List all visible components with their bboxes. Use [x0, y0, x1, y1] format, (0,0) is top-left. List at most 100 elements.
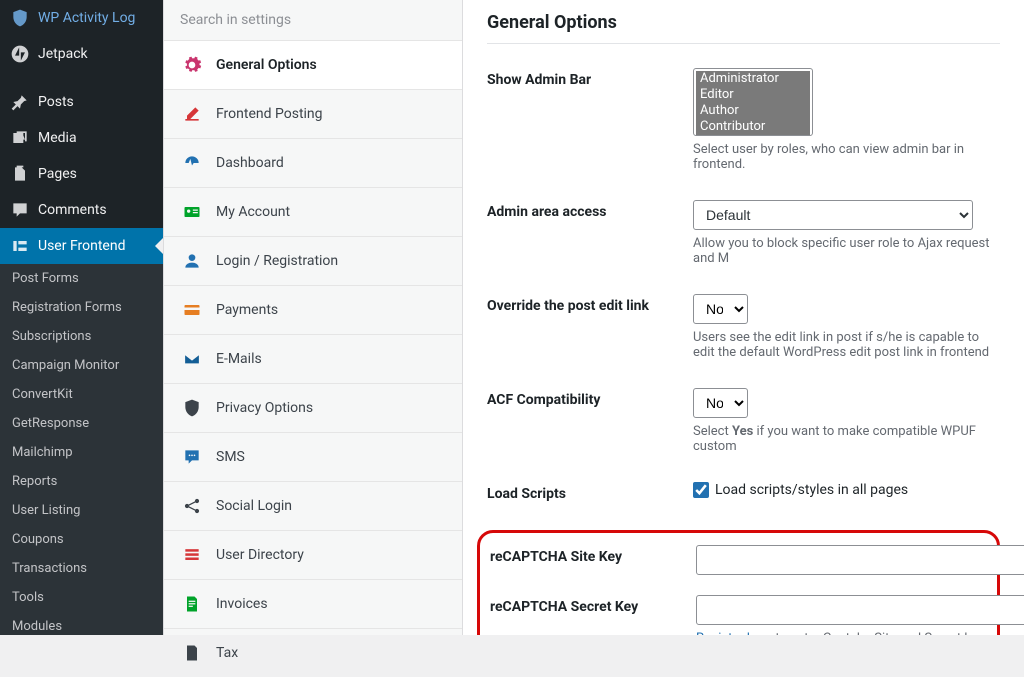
nav-user-directory[interactable]: User Directory	[164, 531, 462, 580]
sidebar-label: Pages	[38, 166, 77, 182]
pages-icon	[10, 164, 30, 184]
nav-general-options[interactable]: General Options	[164, 41, 462, 90]
nav-tax[interactable]: Tax	[164, 629, 462, 677]
sidebar-label: WP Activity Log	[38, 10, 135, 26]
nav-dashboard[interactable]: Dashboard	[164, 139, 462, 188]
sidebar-item-wp-activity-log[interactable]: WP Activity Log	[0, 0, 163, 36]
field-show-admin-bar: Show Admin Bar Administrator Editor Auth…	[487, 68, 1000, 172]
option[interactable]: Author	[696, 103, 810, 119]
sidebar-subitem[interactable]: Reports	[0, 467, 163, 496]
field-desc: Users see the edit link in post if s/he …	[693, 330, 1000, 360]
settings-search[interactable]: Search in settings	[164, 0, 462, 41]
mail-icon	[182, 349, 202, 369]
field-desc: Register here to get reCaptcha Site and …	[696, 631, 1024, 635]
nav-label: Social Login	[216, 498, 292, 514]
list-icon	[182, 545, 202, 565]
field-desc: Select Yes if you want to make compatibl…	[693, 424, 1000, 454]
sidebar-item-jetpack[interactable]: Jetpack	[0, 36, 163, 72]
register-here-link[interactable]: Register here	[696, 631, 772, 635]
invoice-icon	[182, 594, 202, 614]
sidebar-item-user-frontend[interactable]: User Frontend	[0, 228, 163, 264]
nav-invoices[interactable]: Invoices	[164, 580, 462, 629]
gear-icon	[182, 55, 202, 75]
sidebar-subitem[interactable]: Post Forms	[0, 264, 163, 293]
sidebar-subitem[interactable]: Subscriptions	[0, 322, 163, 351]
tax-icon	[182, 643, 202, 663]
option[interactable]: Contributor	[696, 119, 810, 135]
nav-my-account[interactable]: My Account	[164, 188, 462, 237]
nav-label: Privacy Options	[216, 400, 313, 416]
sidebar-subitem[interactable]: Campaign Monitor	[0, 351, 163, 380]
sidebar-subitem[interactable]: ConvertKit	[0, 380, 163, 409]
recaptcha-secret-key-input[interactable]	[696, 595, 1024, 625]
dashboard-icon	[182, 153, 202, 173]
field-recaptcha-site-key: reCAPTCHA Site Key	[490, 545, 987, 575]
sidebar-item-media[interactable]: Media	[0, 120, 163, 156]
shield-icon	[10, 8, 30, 28]
sidebar-label: User Frontend	[38, 238, 125, 254]
sidebar-label: Posts	[38, 94, 74, 110]
field-label: Load Scripts	[487, 482, 693, 502]
field-load-scripts: Load Scripts Load scripts/styles in all …	[487, 482, 1000, 502]
nav-login-registration[interactable]: Login / Registration	[164, 237, 462, 286]
sidebar-subitem[interactable]: Transactions	[0, 554, 163, 583]
option[interactable]: Editor	[696, 87, 810, 103]
field-desc: Allow you to block specific user role to…	[693, 236, 1000, 266]
field-desc: Select user by roles, who can view admin…	[693, 142, 1000, 172]
field-label: Admin area access	[487, 200, 693, 220]
pin-icon	[10, 92, 30, 112]
field-label: reCAPTCHA Site Key	[490, 545, 696, 565]
nav-label: Payments	[216, 302, 278, 318]
page-title: General Options	[487, 0, 1000, 44]
id-icon	[182, 202, 202, 222]
field-label: reCAPTCHA Secret Key	[490, 595, 696, 615]
admin-access-select[interactable]: Default	[693, 200, 973, 230]
nav-label: General Options	[216, 57, 317, 73]
load-scripts-checkbox[interactable]: Load scripts/styles in all pages	[693, 482, 1000, 498]
sidebar-subitem[interactable]: Registration Forms	[0, 293, 163, 322]
nav-emails[interactable]: E-Mails	[164, 335, 462, 384]
sidebar-subitem[interactable]: User Listing	[0, 496, 163, 525]
field-admin-area-access: Admin area access Default Allow you to b…	[487, 200, 1000, 266]
option[interactable]: Administrator	[696, 71, 810, 87]
share-icon	[182, 496, 202, 516]
nav-social-login[interactable]: Social Login	[164, 482, 462, 531]
sidebar-item-pages[interactable]: Pages	[0, 156, 163, 192]
acf-select[interactable]: No	[693, 388, 748, 418]
nav-privacy[interactable]: Privacy Options	[164, 384, 462, 433]
sidebar-label: Jetpack	[38, 46, 88, 62]
nav-label: Dashboard	[216, 155, 284, 171]
checkbox-input[interactable]	[693, 482, 709, 498]
nav-sms[interactable]: SMS	[164, 433, 462, 482]
nav-label: Login / Registration	[216, 253, 338, 269]
field-label: Show Admin Bar	[487, 68, 693, 88]
override-edit-select[interactable]: No	[693, 294, 748, 324]
privacy-icon	[182, 398, 202, 418]
field-label: ACF Compatibility	[487, 388, 693, 408]
sidebar-subitem[interactable]: GetResponse	[0, 409, 163, 438]
comments-icon	[10, 200, 30, 220]
sidebar-item-comments[interactable]: Comments	[0, 192, 163, 228]
sidebar-subitem[interactable]: Mailchimp	[0, 438, 163, 467]
field-override-edit-link: Override the post edit link No Users see…	[487, 294, 1000, 360]
nav-frontend-posting[interactable]: Frontend Posting	[164, 90, 462, 139]
nav-label: E-Mails	[216, 351, 262, 367]
edit-icon	[182, 104, 202, 124]
admin-bar-roles-select[interactable]: Administrator Editor Author Contributor	[693, 68, 813, 136]
sidebar-subitem[interactable]: Tools	[0, 583, 163, 612]
nav-label: SMS	[216, 449, 245, 465]
card-icon	[182, 300, 202, 320]
user-icon	[182, 251, 202, 271]
uf-icon	[10, 236, 30, 256]
sidebar-label: Comments	[38, 202, 107, 218]
nav-label: Frontend Posting	[216, 106, 323, 122]
sidebar-subitem[interactable]: Modules	[0, 612, 163, 635]
wp-admin-sidebar: WP Activity Log Jetpack Posts Media Page…	[0, 0, 163, 635]
checkbox-label: Load scripts/styles in all pages	[715, 482, 908, 498]
nav-payments[interactable]: Payments	[164, 286, 462, 335]
sidebar-subitem[interactable]: Coupons	[0, 525, 163, 554]
recaptcha-site-key-input[interactable]	[696, 545, 1024, 575]
jetpack-icon	[10, 44, 30, 64]
sidebar-item-posts[interactable]: Posts	[0, 84, 163, 120]
nav-label: My Account	[216, 204, 290, 220]
